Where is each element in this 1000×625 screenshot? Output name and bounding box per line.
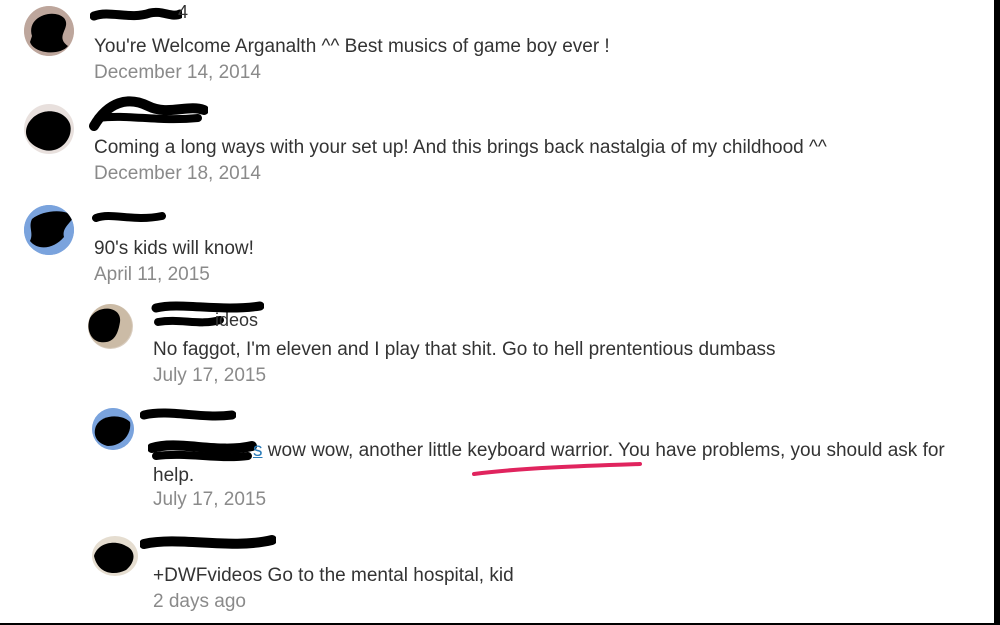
redacted-username-scribble (140, 535, 276, 549)
reply-text: +DWFvideos Go to the mental hospital, ki… (153, 565, 514, 586)
reply-date: 2 days ago (153, 591, 246, 612)
redacted-avatar-scribble (94, 542, 134, 574)
reply-3: +DWFvideos Go to the mental hospital, ki… (0, 0, 1000, 620)
avatar[interactable] (92, 536, 138, 576)
